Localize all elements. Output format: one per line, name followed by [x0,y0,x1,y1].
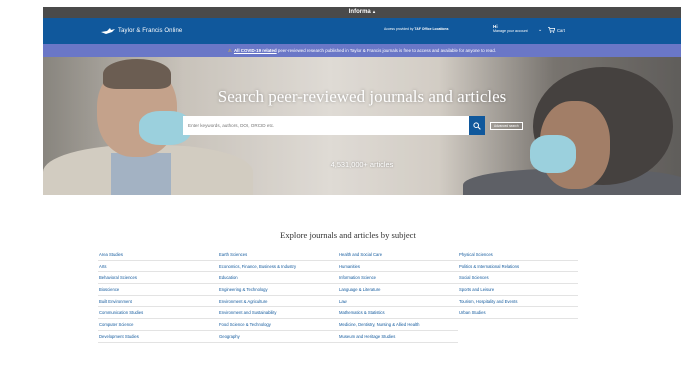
subject-link[interactable]: Development Studies [98,331,218,343]
subject-link[interactable]: Engineering & Technology [218,284,338,296]
site-header: Taylor & Francis Online Access provided … [43,18,681,44]
subject-link[interactable]: Bioscience [98,284,218,296]
subject-link[interactable]: Medicine, Dentistry, Nursing & Allied He… [338,319,458,331]
cart-label: Cart [557,27,565,33]
subject-link[interactable]: Politics & International Relations [458,261,578,273]
page: Informa ▴ Taylor & Francis Online Access … [43,7,681,195]
logo-text: Taylor & Francis Online [118,28,183,34]
subject-link[interactable]: Language & Literature [338,284,458,296]
subject-link[interactable]: Physical Sciences [458,249,578,261]
subject-link[interactable]: Tourism, Hospitality and Events [458,296,578,308]
subject-link[interactable]: Information Science [338,272,458,285]
covid-text: peer-reviewed research published in Tayl… [277,48,496,53]
subject-link[interactable]: Area Studies [98,249,218,261]
subject-link[interactable]: Computer Science [98,319,218,331]
subject-link[interactable]: Behavioral Sciences [98,272,218,285]
account-menu[interactable]: Hi Manage your account [493,24,528,34]
logo-bird-icon [101,28,115,34]
informa-label[interactable]: Informa [349,9,371,15]
subject-link[interactable]: Arts [98,261,218,273]
search-input[interactable] [183,116,469,135]
subject-link[interactable]: Earth Sciences [218,249,338,261]
explore-title: Explore journals and articles by subject [280,230,416,240]
chevron-down-icon[interactable]: ⌄ [538,27,542,33]
cart-button[interactable]: Cart [548,27,565,33]
access-provided-text: Access provided by T&F Office Locations [384,27,449,31]
subject-link[interactable]: Sports and Leisure [458,284,578,296]
subject-link[interactable]: Built Environment [98,296,218,308]
cart-icon [548,27,555,33]
account-subtext: Manage your account [493,29,528,33]
search-button[interactable] [469,116,485,135]
subject-link[interactable]: Health and Social Care [338,249,458,261]
subject-empty-cell [458,331,578,343]
subject-link[interactable]: Law [338,296,458,308]
subject-link[interactable]: Social Sciences [458,272,578,285]
caret-up-icon: ▴ [372,9,376,15]
subject-empty-cell [458,319,578,331]
subject-link[interactable]: Communication Studies [98,307,218,320]
subject-list: Area Studies Earth Sciences Health and Soc… [98,249,578,343]
subject-link[interactable]: Urban Studies [458,307,578,320]
article-count: 4,531,000+ articles [330,160,394,169]
site-logo[interactable]: Taylor & Francis Online [101,26,182,36]
hero-title: Search peer-reviewed journals and articl… [217,87,507,106]
subject-link[interactable]: Mathematics & Statistics [338,307,458,320]
covid-banner: ⚠ All COVID-19 related peer-reviewed rese… [43,44,681,57]
subject-link[interactable]: Environment and Sustainability [218,307,338,320]
hero-banner: Search peer-reviewed journals and articl… [43,57,681,195]
warning-icon: ⚠ [228,48,232,53]
search-bar: Advanced search [183,116,523,135]
subject-link[interactable]: Economics, Finance, Business & Industry [218,261,338,273]
subject-link[interactable]: Geography [218,331,338,343]
informa-bar[interactable]: Informa ▴ [43,7,681,18]
subject-link[interactable]: Food Science & Technology [218,319,338,331]
subject-link[interactable]: Humanities [338,261,458,273]
covid-link[interactable]: All COVID-19 related [234,48,277,53]
subject-link[interactable]: Environment & Agriculture [218,296,338,308]
subject-link[interactable]: Museum and Heritage Studies [338,331,458,343]
advanced-search-button[interactable]: Advanced search [490,121,523,130]
search-icon [473,121,481,130]
subject-link[interactable]: Education [218,272,338,285]
